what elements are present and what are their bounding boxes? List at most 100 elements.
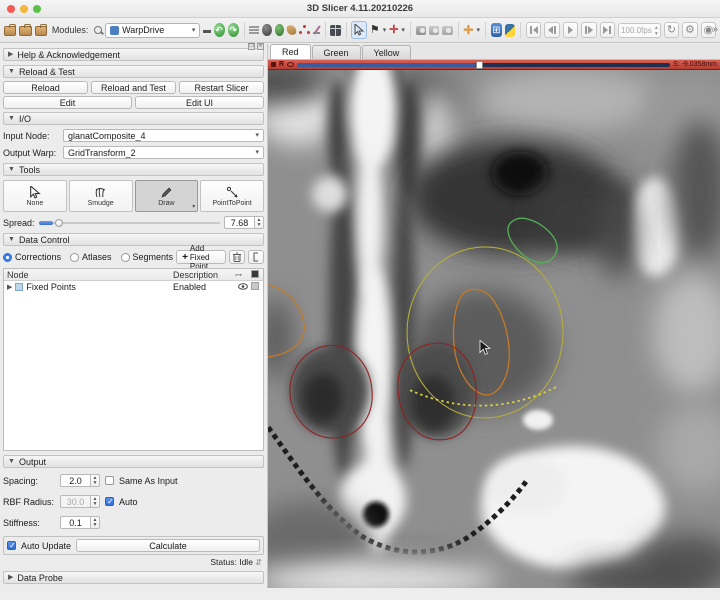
- scene-view-restore-icon[interactable]: [442, 26, 452, 35]
- input-node-combobox[interactable]: glanatComposite_4 ▾: [63, 129, 264, 142]
- row-color-swatch[interactable]: [251, 282, 263, 292]
- edit-button[interactable]: Edit: [3, 96, 132, 109]
- models-module-icon[interactable]: [286, 24, 297, 36]
- favorites-add-icon[interactable]: ✛: [463, 24, 473, 36]
- module-back-icon[interactable]: ↶: [214, 23, 225, 37]
- slice-offset-slider[interactable]: [297, 63, 670, 67]
- section-reload-test[interactable]: ▼ Reload & Test: [3, 65, 264, 78]
- load-data-icon[interactable]: [19, 26, 31, 36]
- spinner-arrows-icon[interactable]: ▲▼: [654, 25, 659, 37]
- seq-loop-button[interactable]: ↻: [664, 22, 679, 38]
- slider-handle[interactable]: [476, 61, 483, 69]
- seq-last-button[interactable]: [600, 22, 615, 38]
- tool-point-to-point-button[interactable]: PointToPoint: [200, 180, 264, 212]
- restart-slicer-button[interactable]: Restart Slicer: [179, 81, 264, 94]
- pin-icon[interactable]: [271, 62, 276, 67]
- edit-ui-button[interactable]: Edit UI: [135, 96, 264, 109]
- module-history-icon[interactable]: [203, 30, 210, 33]
- data-module-icon[interactable]: [262, 24, 271, 36]
- table-row[interactable]: ▶ Fixed Points Enabled: [4, 281, 263, 293]
- seq-next-button[interactable]: [581, 22, 596, 38]
- fps-spinbox[interactable]: 100.0fps▲▼: [618, 23, 661, 38]
- seq-play-button[interactable]: [563, 22, 578, 38]
- close-panel-icon[interactable]: ✕: [257, 43, 264, 50]
- edit-selection-button[interactable]: [248, 250, 264, 264]
- spinner-arrows-icon[interactable]: ▲▼: [90, 495, 100, 508]
- module-next-icon[interactable]: ↷: [228, 23, 239, 37]
- color-column-header[interactable]: [251, 270, 263, 280]
- visibility-eye-icon[interactable]: [235, 282, 251, 292]
- reload-and-test-button[interactable]: Reload and Test: [91, 81, 176, 94]
- volumes-module-icon[interactable]: [275, 24, 284, 36]
- python-console-icon[interactable]: [505, 24, 515, 37]
- tool-none-button[interactable]: None: [3, 180, 67, 212]
- markups-module-icon[interactable]: [299, 25, 308, 36]
- spinner-arrows-icon[interactable]: ▲▼: [90, 516, 100, 529]
- same-as-input-checkbox[interactable]: [105, 476, 114, 485]
- slice-view-label[interactable]: R: [279, 61, 284, 68]
- node-column-header[interactable]: Node: [4, 270, 173, 280]
- output-warp-combobox[interactable]: GridTransform_2 ▾: [63, 146, 264, 159]
- chevron-down-icon[interactable]: ▾: [401, 27, 405, 34]
- reload-button[interactable]: Reload: [3, 81, 88, 94]
- tab-green[interactable]: Green: [312, 45, 361, 59]
- modules-combobox[interactable]: WarpDrive ▾: [105, 23, 200, 38]
- red-slice-image[interactable]: [268, 70, 720, 588]
- seq-first-button[interactable]: [526, 22, 541, 38]
- spread-slider[interactable]: [39, 216, 220, 229]
- auto-update-checkbox[interactable]: [7, 541, 16, 550]
- seq-settings-button[interactable]: ⚙: [682, 22, 697, 38]
- expanded-arrow-icon: ▼: [8, 68, 15, 75]
- tool-smudge-button[interactable]: Smudge: [69, 180, 133, 212]
- auto-rbf-checkbox[interactable]: [105, 497, 114, 506]
- stiffness-spinbox[interactable]: 0.1 ▲▼: [60, 516, 100, 529]
- module-panel: ❐ ✕ ▶ Help & Acknowledgement ▼ Reload & …: [0, 44, 268, 588]
- subject-hierarchy-icon[interactable]: [249, 26, 259, 34]
- undock-panel-icon[interactable]: ❐: [248, 43, 255, 50]
- section-output[interactable]: ▼ Output: [3, 455, 264, 468]
- section-data-control[interactable]: ▼ Data Control: [3, 233, 264, 246]
- tool-draw-button[interactable]: Draw ▾: [135, 180, 199, 212]
- expand-row-icon[interactable]: ▶: [7, 284, 12, 291]
- input-node-label: Input Node:: [3, 131, 59, 141]
- place-flag-icon[interactable]: ⚑: [370, 25, 380, 36]
- chevron-down-icon: ▾: [255, 132, 259, 139]
- segments-radio[interactable]: [121, 253, 130, 262]
- module-search-icon[interactable]: [93, 25, 102, 36]
- spinner-arrows-icon[interactable]: ▲▼: [254, 216, 264, 229]
- layout-icon[interactable]: [330, 25, 340, 36]
- chevron-down-icon[interactable]: ▾: [383, 27, 387, 34]
- add-data-icon[interactable]: [35, 26, 47, 36]
- rbf-radius-spinbox[interactable]: 30.0 ▲▼: [60, 495, 100, 508]
- slider-handle[interactable]: [55, 219, 63, 227]
- tab-yellow[interactable]: Yellow: [362, 45, 412, 59]
- tool-draw-dropdown-icon[interactable]: ▾: [192, 203, 195, 210]
- slice-visibility-eye-icon[interactable]: [287, 62, 294, 67]
- toolbar-overflow-chevron[interactable]: »: [712, 24, 718, 35]
- save-icon[interactable]: [4, 26, 16, 36]
- tab-red[interactable]: Red: [270, 44, 311, 59]
- section-data-probe[interactable]: ▶ Data Probe: [3, 571, 264, 584]
- crosshair-icon[interactable]: ✛: [389, 25, 398, 36]
- visibility-column-header[interactable]: ⊶: [235, 271, 251, 279]
- chevron-down-icon[interactable]: ▾: [476, 27, 480, 34]
- corrections-table[interactable]: Node Description ⊶ ▶ Fixed Points Enable…: [3, 268, 264, 451]
- screenshot-icon[interactable]: [416, 26, 426, 35]
- corrections-radio[interactable]: [3, 253, 12, 262]
- spacing-spinbox[interactable]: 2.0 ▲▼: [60, 474, 100, 487]
- annotations-module-icon[interactable]: [312, 25, 320, 35]
- delete-button[interactable]: [229, 250, 245, 264]
- section-tools[interactable]: ▼ Tools: [3, 163, 264, 176]
- atlases-radio[interactable]: [70, 253, 79, 262]
- seq-prev-button[interactable]: [544, 22, 559, 38]
- description-column-header[interactable]: Description: [173, 270, 235, 280]
- section-help[interactable]: ▶ Help & Acknowledgement: [3, 48, 264, 61]
- spread-spinbox[interactable]: 7.68 ▲▼: [224, 216, 264, 229]
- mouse-mode-cursor-icon[interactable]: [351, 21, 366, 39]
- spinner-arrows-icon[interactable]: ▲▼: [90, 474, 100, 487]
- add-fixed-point-button[interactable]: + Add Fixed Point: [176, 250, 226, 264]
- scene-view-save-icon[interactable]: [429, 26, 439, 35]
- extensions-manager-icon[interactable]: ⊞: [491, 23, 502, 37]
- section-io[interactable]: ▼ I/O: [3, 112, 264, 125]
- calculate-button[interactable]: Calculate: [76, 539, 260, 552]
